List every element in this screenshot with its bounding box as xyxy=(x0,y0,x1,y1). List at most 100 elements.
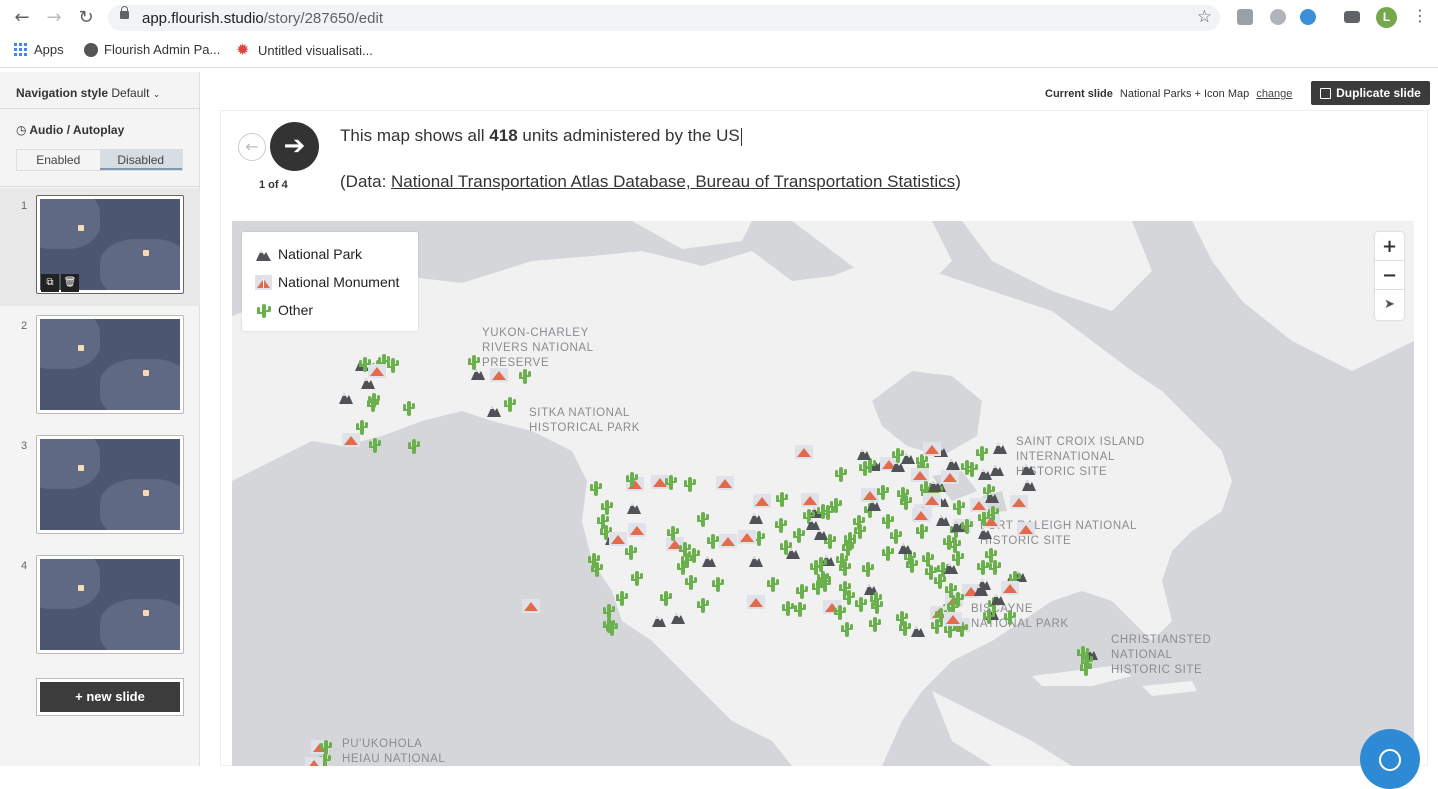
other-marker[interactable] xyxy=(696,597,710,613)
slide-thumbnail[interactable] xyxy=(36,555,184,654)
slide-thumbnail[interactable] xyxy=(36,435,184,534)
other-marker[interactable] xyxy=(952,499,966,515)
monument-marker[interactable] xyxy=(747,595,766,610)
other-marker[interactable] xyxy=(706,533,720,550)
monument-marker[interactable] xyxy=(1016,521,1035,536)
other-marker[interactable] xyxy=(840,621,854,638)
monument-marker[interactable] xyxy=(305,756,324,766)
park-marker[interactable] xyxy=(977,526,992,540)
trash-icon[interactable]: 🗑 xyxy=(61,274,79,292)
other-marker[interactable] xyxy=(896,486,910,503)
other-marker[interactable] xyxy=(960,518,974,534)
story-caption[interactable]: This map shows all 418 units administere… xyxy=(340,126,742,146)
navigation-style-select[interactable]: Navigation style Default ⌄ xyxy=(16,86,160,100)
park-marker[interactable] xyxy=(973,583,989,597)
audio-disabled-option[interactable]: Disabled xyxy=(99,150,182,170)
bookmark-flourish-admin[interactable]: Flourish Admin Pa... xyxy=(84,42,220,57)
monument-marker[interactable] xyxy=(609,531,628,546)
extension-circle-icon[interactable] xyxy=(1300,9,1316,25)
park-marker[interactable] xyxy=(910,624,925,638)
next-slide-button[interactable]: ➔ xyxy=(270,122,319,171)
slide-item-1[interactable]: 1 ⧉ 🗑 xyxy=(0,188,200,306)
park-marker[interactable] xyxy=(927,479,942,492)
monument-marker[interactable] xyxy=(912,508,931,523)
park-marker[interactable] xyxy=(748,511,764,525)
other-marker[interactable] xyxy=(625,471,639,488)
legend-item-other[interactable]: Other xyxy=(255,302,313,318)
other-marker[interactable] xyxy=(876,484,890,500)
other-marker[interactable] xyxy=(795,583,809,599)
other-marker[interactable] xyxy=(843,531,857,548)
other-marker[interactable] xyxy=(829,497,843,513)
park-marker[interactable] xyxy=(338,391,354,404)
monument-marker[interactable] xyxy=(1010,495,1029,510)
reader-extension-icon[interactable] xyxy=(1237,9,1253,25)
monument-marker[interactable] xyxy=(794,445,813,460)
bookmark-untitled-visualisation[interactable]: ✹ Untitled visualisati... xyxy=(236,42,373,58)
other-marker[interactable] xyxy=(814,556,828,573)
other-marker[interactable] xyxy=(792,527,806,543)
other-marker[interactable] xyxy=(982,608,996,624)
park-marker[interactable] xyxy=(670,611,685,624)
other-marker[interactable] xyxy=(659,590,673,606)
back-icon[interactable]: ← xyxy=(10,7,34,29)
other-marker[interactable] xyxy=(368,437,382,453)
help-chat-button[interactable] xyxy=(1360,729,1420,789)
other-marker[interactable] xyxy=(355,419,369,436)
park-marker[interactable] xyxy=(360,376,376,389)
monument-marker[interactable] xyxy=(970,498,989,513)
other-marker[interactable] xyxy=(775,491,789,507)
monument-marker[interactable] xyxy=(1000,581,1019,596)
monument-marker[interactable] xyxy=(753,494,772,509)
other-marker[interactable] xyxy=(889,528,903,545)
other-marker[interactable] xyxy=(684,574,698,590)
other-marker[interactable] xyxy=(905,557,919,574)
other-marker[interactable] xyxy=(602,603,616,620)
monument-marker[interactable] xyxy=(944,611,963,626)
legend-item-national-monument[interactable]: National Monument xyxy=(255,274,399,290)
other-marker[interactable] xyxy=(793,601,807,617)
other-marker[interactable] xyxy=(503,396,517,413)
other-marker[interactable] xyxy=(891,447,905,463)
monument-marker[interactable] xyxy=(941,469,960,484)
other-marker[interactable] xyxy=(683,476,697,492)
other-marker[interactable] xyxy=(833,604,847,620)
eyedropper-extension-icon[interactable] xyxy=(1270,9,1286,25)
audio-enabled-option[interactable]: Enabled xyxy=(17,150,100,170)
other-marker[interactable] xyxy=(600,499,614,515)
other-marker[interactable] xyxy=(951,591,965,607)
other-marker[interactable] xyxy=(615,590,629,606)
monument-marker[interactable] xyxy=(715,476,734,491)
other-marker[interactable] xyxy=(590,561,604,578)
zoom-out-button[interactable]: − xyxy=(1375,261,1404,290)
other-marker[interactable] xyxy=(835,552,849,569)
park-marker[interactable] xyxy=(856,447,871,460)
other-marker[interactable] xyxy=(366,396,380,413)
monument-marker[interactable] xyxy=(922,442,941,457)
other-marker[interactable] xyxy=(852,514,866,531)
monument-marker[interactable] xyxy=(522,599,540,613)
other-marker[interactable] xyxy=(842,589,856,606)
other-marker[interactable] xyxy=(766,576,780,592)
other-marker[interactable] xyxy=(602,617,616,633)
park-marker[interactable] xyxy=(1021,478,1037,492)
park-marker[interactable] xyxy=(701,554,716,567)
other-marker[interactable] xyxy=(687,547,701,564)
duplicate-slide-button[interactable]: Duplicate slide xyxy=(1311,81,1430,105)
park-marker[interactable] xyxy=(943,561,958,574)
park-marker[interactable] xyxy=(805,517,821,530)
other-marker[interactable] xyxy=(630,570,644,586)
other-marker[interactable] xyxy=(854,596,868,613)
other-marker[interactable] xyxy=(984,547,998,564)
profile-avatar[interactable]: L xyxy=(1376,7,1397,28)
source-link[interactable]: National Transportation Atlas Database, … xyxy=(391,172,955,191)
slide-item-2[interactable]: 2 xyxy=(0,308,200,426)
park-marker[interactable] xyxy=(486,404,502,418)
slide-thumbnail[interactable] xyxy=(36,315,184,414)
other-marker[interactable] xyxy=(319,739,333,755)
other-marker[interactable] xyxy=(386,357,400,373)
monument-marker[interactable] xyxy=(490,367,509,382)
park-marker[interactable] xyxy=(945,457,961,470)
slide-item-4[interactable]: 4 xyxy=(0,548,200,666)
monument-marker[interactable] xyxy=(650,474,669,489)
